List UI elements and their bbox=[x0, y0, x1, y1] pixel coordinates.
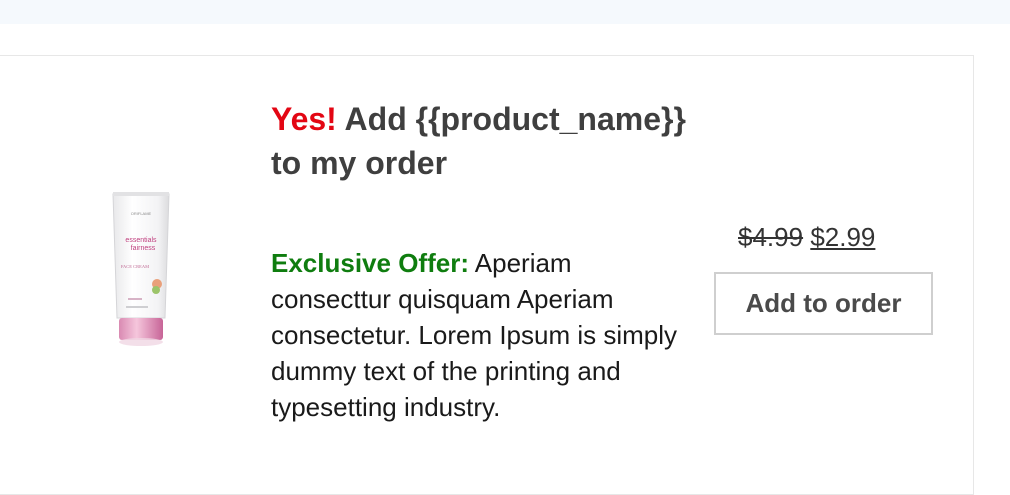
top-background-band bbox=[0, 0, 1010, 24]
tube-type-text: FACE CREAM bbox=[121, 264, 149, 269]
add-to-order-button[interactable]: Add to order bbox=[714, 272, 933, 335]
tube-brand-text: ORIFLAME bbox=[131, 211, 152, 216]
headline-highlight: Yes! bbox=[271, 101, 337, 137]
offer-headline: Yes! Add {{product_name}} to my order bbox=[271, 97, 701, 185]
product-image: ORIFLAME essentials fairness FACE CREAM bbox=[110, 190, 172, 360]
old-price: $4.99 bbox=[738, 222, 804, 252]
price-display: $4.99 $2.99 bbox=[738, 222, 875, 253]
tube-line1-text: essentials bbox=[125, 237, 157, 244]
face-cream-tube-icon: ORIFLAME essentials fairness FACE CREAM bbox=[112, 192, 170, 346]
new-price: $2.99 bbox=[810, 222, 876, 252]
offer-description: Exclusive Offer: Aperiam consecttur quis… bbox=[271, 245, 691, 425]
offer-label: Exclusive Offer: bbox=[271, 248, 469, 278]
tube-line2-text: fairness bbox=[131, 245, 156, 252]
